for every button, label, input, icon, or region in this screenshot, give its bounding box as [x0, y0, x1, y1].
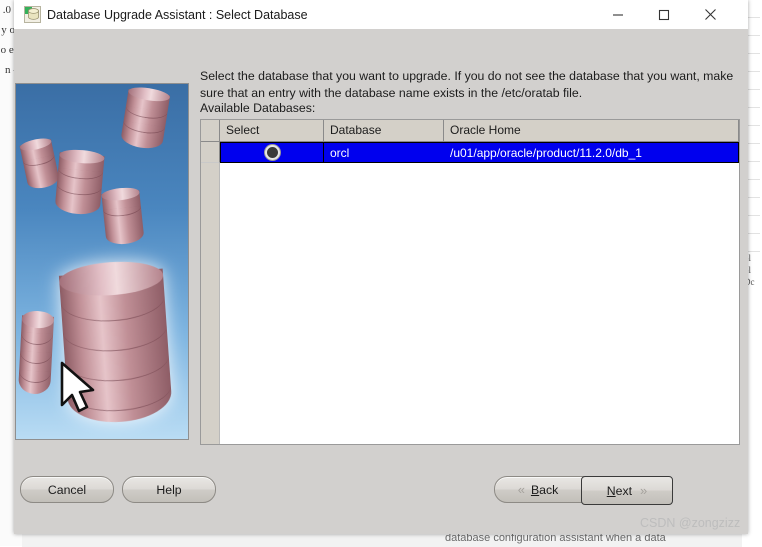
- dialog-content: Select the database that you want to upg…: [14, 29, 748, 534]
- minimize-icon[interactable]: [595, 0, 641, 29]
- next-button-label: Next: [606, 483, 633, 498]
- available-databases-table[interactable]: Select Database Oracle Home orcl /u01/ap…: [200, 119, 740, 445]
- table-header-row: Select Database Oracle Home: [201, 120, 739, 142]
- back-button-label: Back: [530, 482, 559, 497]
- row-header-cell[interactable]: [201, 142, 220, 163]
- background-bottom-text: database configuration assistant when a …: [445, 532, 666, 544]
- back-button[interactable]: « Back: [495, 477, 581, 502]
- cancel-button-label: Cancel: [47, 482, 87, 497]
- column-header-database[interactable]: Database: [324, 120, 444, 141]
- column-header-select[interactable]: Select: [220, 120, 324, 141]
- row-header-corner: [201, 120, 220, 141]
- mouse-cursor-icon: [56, 359, 100, 417]
- next-button[interactable]: Next »: [581, 476, 673, 505]
- column-header-oracle-home[interactable]: Oracle Home: [444, 120, 739, 141]
- database-illustration: [15, 83, 189, 440]
- window-title: Database Upgrade Assistant : Select Data…: [47, 8, 308, 22]
- chevron-right-icon: »: [640, 483, 648, 498]
- help-button[interactable]: Help: [122, 476, 216, 503]
- instruction-text: Select the database that you want to upg…: [200, 69, 734, 101]
- navigation-button-group: « Back Next »: [494, 476, 673, 505]
- maximize-icon[interactable]: [641, 0, 687, 29]
- cancel-button[interactable]: Cancel: [20, 476, 114, 503]
- row-header-gutter: [201, 163, 220, 444]
- help-button-label: Help: [156, 482, 182, 497]
- database-app-icon: [24, 6, 41, 23]
- watermark: CSDN @zongzizz: [640, 516, 741, 530]
- database-upgrade-assistant-dialog: Database Upgrade Assistant : Select Data…: [14, 0, 748, 534]
- available-databases-label: Available Databases:: [200, 101, 316, 115]
- table-empty-area: [201, 163, 739, 444]
- close-icon[interactable]: [687, 0, 733, 29]
- radio-button-selected[interactable]: [264, 145, 280, 160]
- table-row[interactable]: orcl /u01/app/oracle/product/11.2.0/db_1: [201, 142, 739, 163]
- row-select-cell[interactable]: [220, 142, 324, 163]
- chevron-left-icon: «: [517, 482, 525, 497]
- title-bar: Database Upgrade Assistant : Select Data…: [14, 0, 748, 30]
- row-database-cell[interactable]: orcl: [324, 142, 444, 163]
- row-oracle-home-cell[interactable]: /u01/app/oracle/product/11.2.0/db_1: [444, 142, 739, 163]
